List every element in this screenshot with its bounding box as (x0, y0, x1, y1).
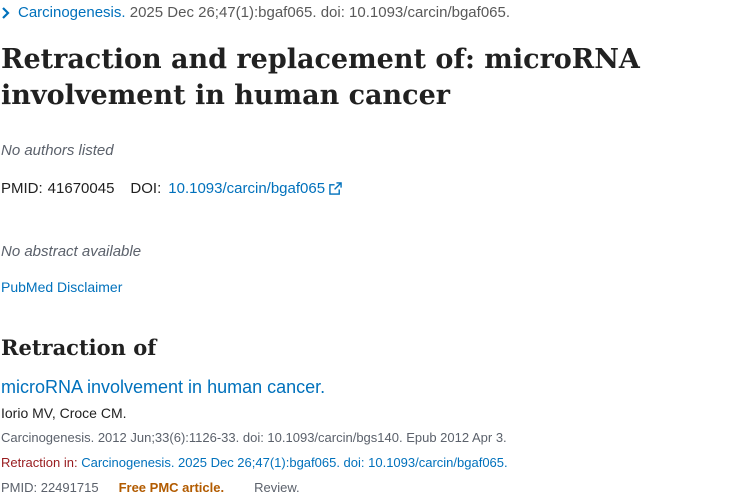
identifiers-line: PMID: 41670045 DOI: 10.1093/carcin/bgaf0… (1, 180, 343, 197)
external-link-icon[interactable] (329, 182, 343, 195)
journal-link[interactable]: Carcinogenesis. (18, 4, 126, 21)
abstract-text: No abstract available (1, 243, 142, 260)
retracted-article-authors: Iorio MV, Croce CM. (1, 405, 127, 421)
article-title: Retraction and replacement of: microRNA … (1, 44, 640, 111)
retracted-article-meta: PMID: 22491715 Free PMC article. Review. (1, 480, 300, 495)
retraction-in-label: Retraction in: (1, 455, 78, 470)
retraction-in-link[interactable]: Carcinogenesis. 2025 Dec 26;47(1):bgaf06… (81, 455, 507, 470)
retracted-article-journal: Carcinogenesis. 2012 Jun;33(6):1126-33. … (1, 430, 507, 445)
retraction-in-line: Retraction in: Carcinogenesis. 2025 Dec … (1, 455, 508, 470)
pmid-label: PMID: (1, 180, 43, 197)
journal-citation-text: 2025 Dec 26;47(1):bgaf065. doi: 10.1093/… (125, 4, 511, 21)
journal-citation-line: Carcinogenesis. 2025 Dec 26;47(1):bgaf06… (0, 4, 510, 21)
retracted-article-pmid: PMID: 22491715 (1, 480, 99, 495)
retraction-of-heading: Retraction of (1, 335, 157, 360)
pubmed-disclaimer-link[interactable]: PubMed Disclaimer (1, 279, 122, 295)
free-pmc-badge: Free PMC article. (118, 480, 225, 495)
chevron-right-icon[interactable] (0, 5, 12, 21)
doi-label: DOI: (130, 180, 162, 197)
pmid-value: 41670045 (47, 180, 115, 197)
doi-link[interactable]: 10.1093/carcin/bgaf065 (168, 180, 325, 197)
article-type-badge: Review. (254, 480, 300, 495)
retracted-article-title-link[interactable]: microRNA involvement in human cancer. (1, 377, 325, 398)
authors-text: No authors listed (1, 142, 114, 159)
